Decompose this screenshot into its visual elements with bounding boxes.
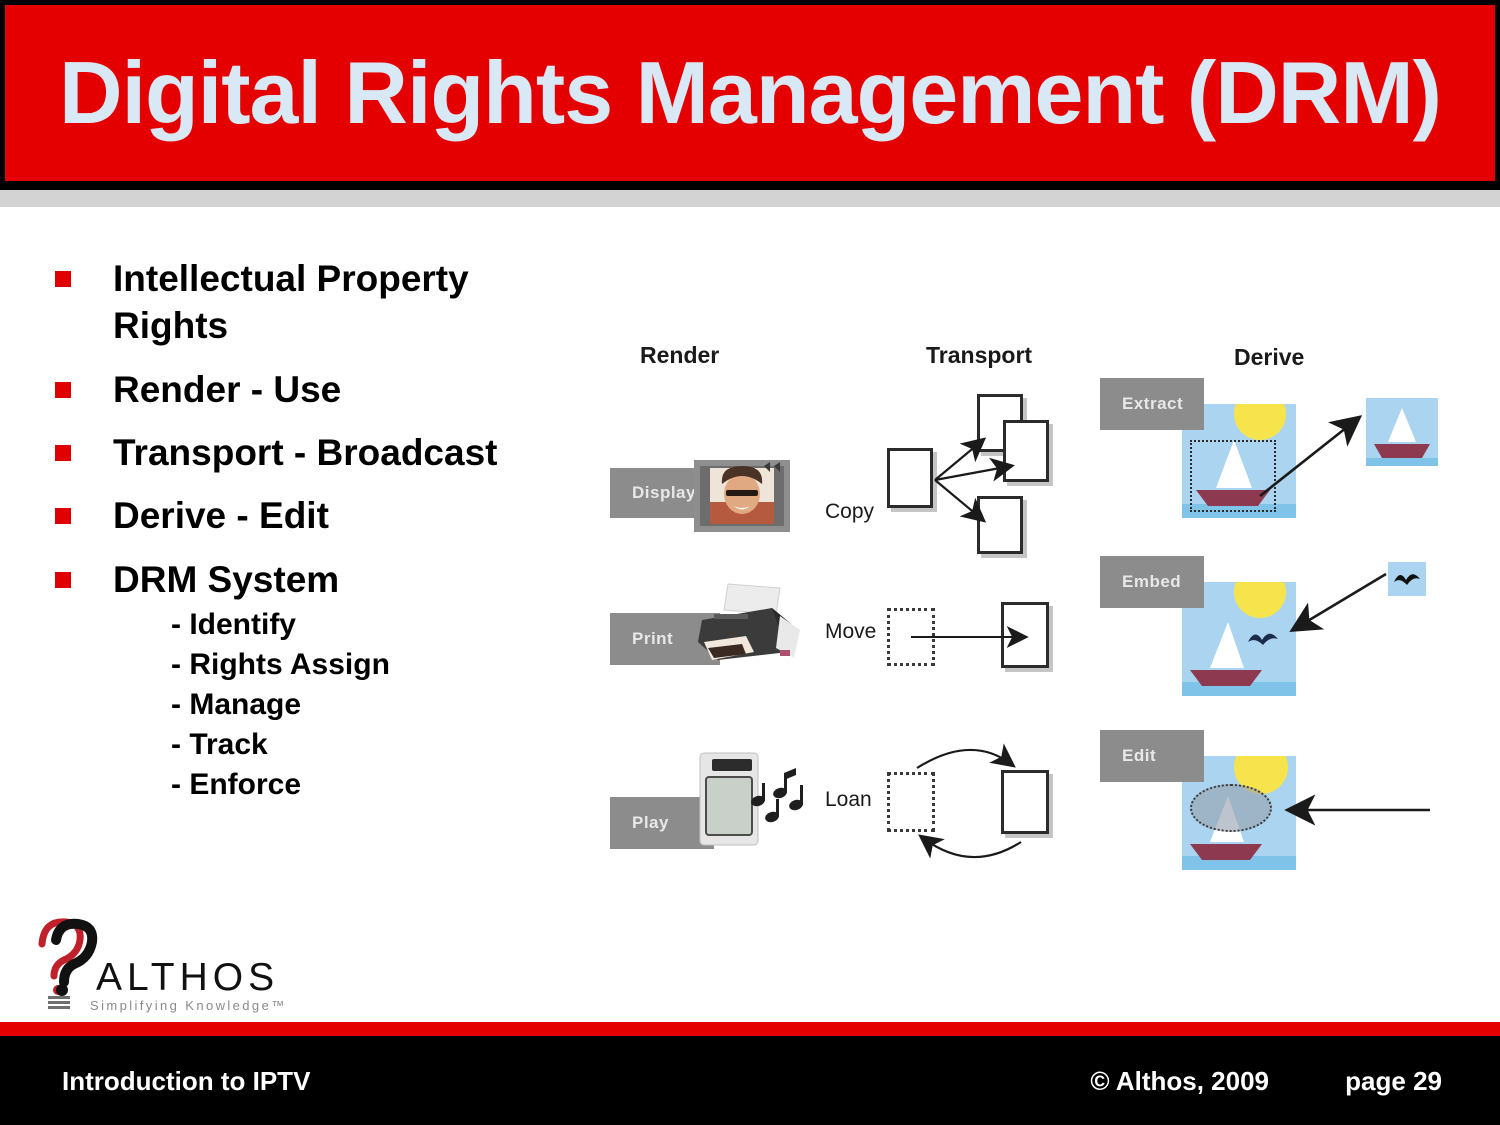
logo-wordmark: ALTHOS — [96, 956, 280, 999]
column-heading-render: Render — [640, 342, 720, 368]
loan-circular-arrows-icon — [916, 743, 1022, 859]
music-player-icon — [699, 752, 803, 846]
bullet-label: Intellectual Property Rights — [113, 258, 469, 347]
render-print-cell: Print — [610, 580, 810, 680]
bullet-label: DRM System — [113, 558, 340, 600]
embed-arrow-icon — [1289, 572, 1387, 633]
square-bullet-icon — [55, 381, 71, 398]
edit-arrow-icon — [1284, 794, 1430, 826]
printer-icon — [698, 583, 800, 660]
transport-copy-cell: Copy — [825, 388, 1085, 578]
sub-bullet-item: - Manage — [171, 687, 302, 721]
sub-bullet-item: - Identify — [171, 608, 296, 642]
column-heading-derive: Derive — [1234, 344, 1305, 370]
square-bullet-icon — [55, 445, 71, 462]
display-monitor-icon — [694, 460, 790, 532]
althos-logo: ALTHOS Simplifying Knowledge™ — [28, 918, 368, 1018]
render-display-cell: Display — [610, 450, 810, 540]
sub-bullet-item: - Track — [171, 727, 268, 761]
logo-tagline: Simplifying Knowledge™ — [90, 998, 287, 1013]
extract-arrow-icon — [1259, 415, 1363, 498]
derive-embed-cell: Embed — [1100, 556, 1480, 716]
slide-header: Digital Rights Management (DRM) — [0, 0, 1500, 190]
square-bullet-icon — [55, 571, 71, 588]
sub-bullet-item: - Rights Assign — [171, 648, 390, 682]
derive-edit-cell: Edit — [1100, 730, 1480, 890]
sub-bullet-list: - Identify - Rights Assign - Manage - Tr… — [171, 605, 390, 804]
footer-copyright: © Althos, 2009 — [1090, 1066, 1269, 1096]
footer-page-number: page 29 — [1345, 1066, 1442, 1096]
bullet-list: Intellectual Property Rights Render - Us… — [55, 255, 615, 821]
transport-loan-cell: Loan — [825, 732, 1085, 872]
header-divider — [0, 190, 1500, 207]
bullet-label: Transport - Broadcast — [113, 432, 498, 474]
footer-book-title: Introduction to IPTV — [62, 1066, 311, 1096]
list-item: DRM System - Identify - Rights Assign - … — [55, 556, 615, 805]
list-item: Derive - Edit — [55, 492, 615, 539]
bullet-label: Derive - Edit — [113, 495, 329, 537]
transport-move-cell: Move — [825, 592, 1085, 682]
list-item: Render - Use — [55, 366, 615, 413]
page-title: Digital Rights Management (DRM) — [59, 43, 1442, 142]
derive-extract-cell: Extract — [1100, 378, 1480, 538]
move-arrow-icon — [911, 626, 1029, 648]
render-play-cell: Play — [610, 745, 820, 860]
footer-accent-bar — [0, 1022, 1500, 1036]
title-banner: Digital Rights Management (DRM) — [5, 5, 1495, 181]
column-heading-transport: Transport — [926, 342, 1033, 368]
square-bullet-icon — [55, 508, 71, 525]
list-item: Intellectual Property Rights — [55, 255, 615, 350]
sub-bullet-item: - Enforce — [171, 767, 302, 801]
copy-arrows-icon — [934, 437, 1015, 523]
list-item: Transport - Broadcast — [55, 429, 615, 476]
drm-actions-diagram: Render Transport Derive Display Print Pl… — [600, 330, 1480, 900]
square-bullet-icon — [55, 271, 71, 287]
bullet-label: Render - Use — [113, 368, 342, 410]
